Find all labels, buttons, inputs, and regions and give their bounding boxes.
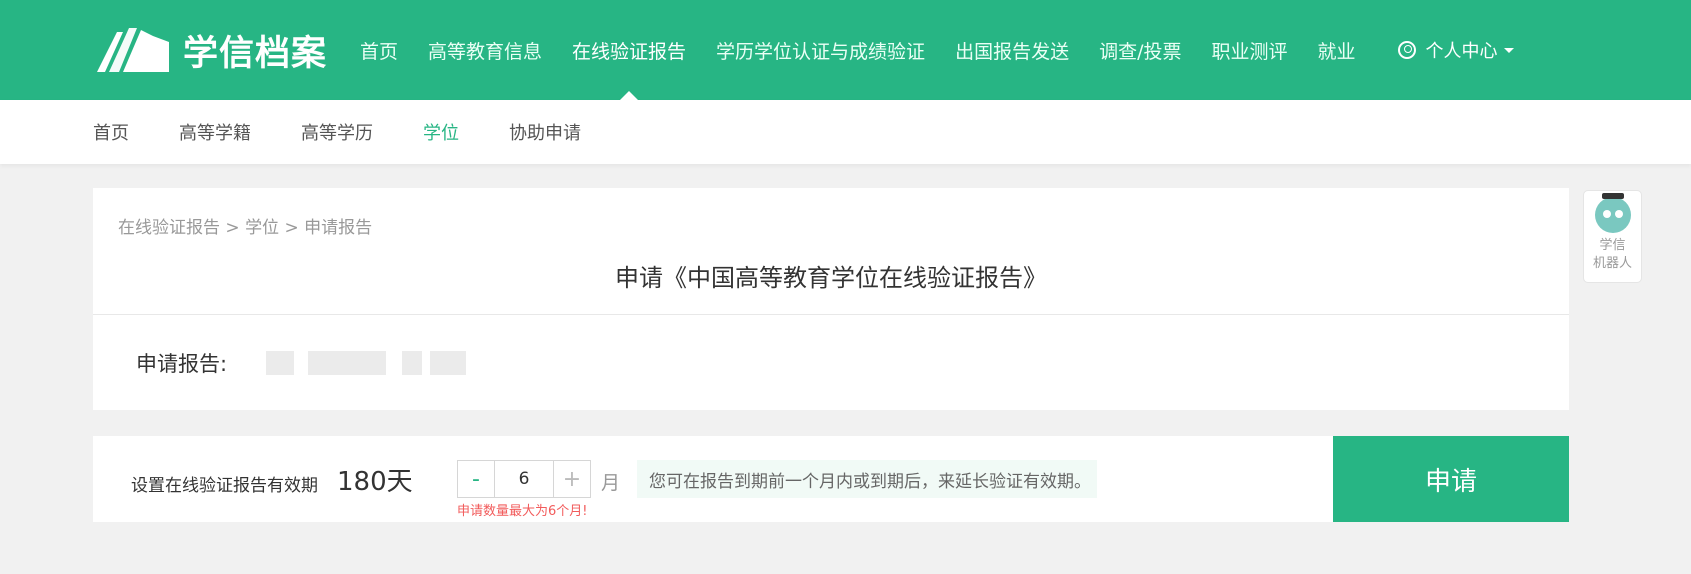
logo-book-icon — [97, 28, 169, 72]
subnav-item-home[interactable]: 首页 — [93, 119, 129, 145]
logo-text: 学信档案 — [183, 33, 328, 74]
nav-item-employment[interactable]: 就业 — [1318, 37, 1356, 64]
decrement-button[interactable]: - — [458, 461, 494, 497]
report-label: 申请报告: — [136, 352, 228, 376]
breadcrumb-separator: > — [225, 218, 240, 238]
validity-days: 180天 — [337, 467, 413, 497]
nav-item-home[interactable]: 首页 — [360, 37, 398, 64]
month-unit: 月 — [601, 472, 621, 494]
user-icon — [1397, 41, 1416, 59]
main-nav: 首页 高等教育信息 在线验证报告 学历学位认证与成绩验证 出国报告发送 调查/投… — [360, 0, 1514, 100]
report-info-panel: 在线验证报告 > 学位 > 申请报告 申请《中国高等教育学位在线验证报告》 申请… — [93, 188, 1569, 410]
divider — [93, 314, 1569, 315]
breadcrumb-apply-report: 申请报告 — [304, 218, 373, 238]
robot-icon — [1594, 193, 1631, 233]
breadcrumb-online-report[interactable]: 在线验证报告 — [118, 218, 220, 238]
caret-down-icon — [1503, 47, 1514, 53]
redacted-report-name — [266, 351, 466, 375]
sub-nav: 首页 高等学籍 高等学历 学位 协助申请 — [93, 100, 631, 164]
robot-label-line2: 机器人 — [1592, 256, 1632, 271]
subnav-item-assist-apply[interactable]: 协助申请 — [509, 119, 581, 145]
nav-item-career-assessment[interactable]: 职业测评 — [1211, 37, 1287, 64]
nav-item-online-verification-report[interactable]: 在线验证报告 — [572, 37, 686, 100]
max-month-warning: 申请数量最大为6个月! — [457, 504, 588, 519]
breadcrumb-separator: > — [284, 218, 299, 238]
month-stepper: - 6 + — [457, 460, 591, 498]
apply-button[interactable]: 申请 — [1333, 436, 1569, 522]
breadcrumb: 在线验证报告 > 学位 > 申请报告 — [118, 213, 372, 238]
increment-button[interactable]: + — [554, 461, 590, 497]
breadcrumb-degree[interactable]: 学位 — [245, 218, 279, 238]
robot-label: 学信 机器人 — [1584, 237, 1641, 273]
nav-item-degree-certification[interactable]: 学历学位认证与成绩验证 — [716, 37, 925, 64]
validity-panel: 设置在线验证报告有效期 180天 - 6 + 月 您可在报告到期前一个月内或到期… — [93, 436, 1569, 522]
month-value-input[interactable]: 6 — [494, 461, 554, 497]
validity-hint: 您可在报告到期前一个月内或到期后，来延长验证有效期。 — [637, 460, 1097, 498]
validity-label: 设置在线验证报告有效期 — [131, 476, 318, 496]
logo[interactable]: 学信档案 — [93, 24, 327, 76]
xuexin-robot-widget[interactable]: 学信 机器人 — [1583, 190, 1642, 283]
page-title: 申请《中国高等教育学位在线验证报告》 — [615, 264, 1047, 292]
user-center-menu[interactable]: 个人中心 — [1397, 37, 1514, 63]
user-center-label: 个人中心 — [1425, 41, 1498, 62]
nav-item-higher-education-info[interactable]: 高等教育信息 — [428, 37, 542, 64]
nav-item-overseas-report[interactable]: 出国报告发送 — [955, 37, 1069, 64]
robot-label-line1: 学信 — [1599, 238, 1626, 253]
top-navbar: 学信档案 首页 高等教育信息 在线验证报告 学历学位认证与成绩验证 出国报告发送… — [0, 0, 1691, 100]
subnav-item-education[interactable]: 高等学历 — [301, 119, 373, 145]
subnav-item-degree[interactable]: 学位 — [423, 119, 459, 145]
subnav-item-enrollment[interactable]: 高等学籍 — [179, 119, 251, 145]
nav-item-survey-vote[interactable]: 调查/投票 — [1099, 37, 1181, 64]
sub-navbar: 首页 高等学籍 高等学历 学位 协助申请 — [0, 100, 1691, 164]
